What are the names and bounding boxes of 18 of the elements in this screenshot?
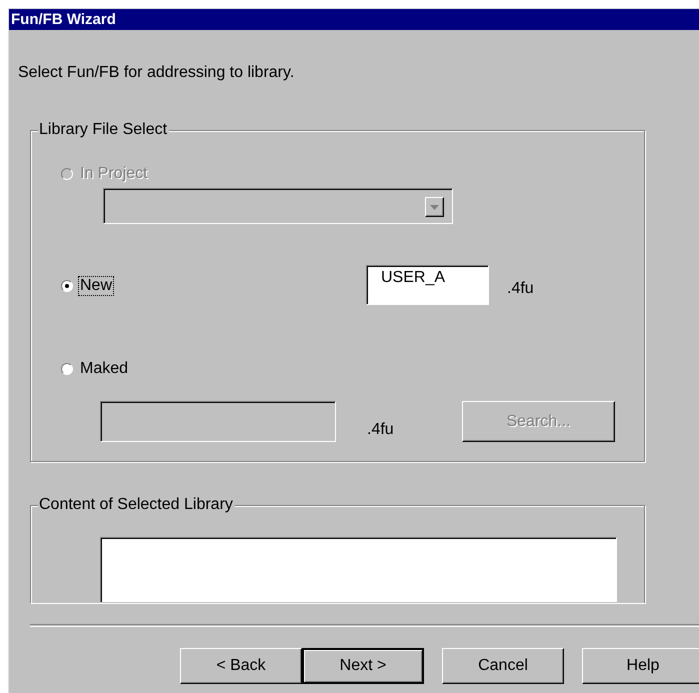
extension-label: .4fu: [367, 421, 394, 439]
group-title: Content of Selected Library: [38, 495, 235, 515]
dialog-button[interactable]: < Back: [180, 648, 302, 684]
dialog-button[interactable]: Help: [582, 648, 699, 684]
radio-label: In Project: [79, 164, 149, 182]
radio-label: New: [79, 276, 114, 294]
radio-label: Maked: [79, 360, 130, 378]
group-title: Library File Select: [38, 120, 170, 140]
dialog-button[interactable]: Next >: [302, 648, 424, 684]
instruction-text: Select Fun/FB for addressing to library.: [18, 64, 294, 82]
input-field[interactable]: USER_A: [366, 265, 489, 305]
radio-button[interactable]: New: [61, 276, 114, 296]
radio-button[interactable]: Maked: [61, 358, 130, 378]
extension-label: .4fu: [507, 280, 534, 298]
window-title: Fun/FB Wizard: [11, 10, 116, 30]
caret-icon: [430, 204, 439, 210]
library-content-list[interactable]: [100, 537, 617, 602]
dialog-button[interactable]: Cancel: [442, 648, 564, 684]
